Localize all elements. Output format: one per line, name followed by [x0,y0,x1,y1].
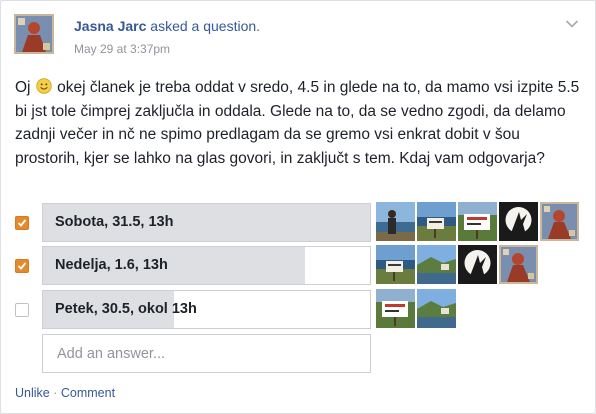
voter-avatar[interactable] [499,202,538,241]
poll-option: Sobota, 31.5, 13h [15,203,595,242]
comment-link[interactable]: Comment [61,386,115,400]
poll-option-checkbox[interactable] [15,259,29,273]
voter-avatar[interactable] [458,202,497,241]
poll-option-label: Petek, 30.5, okol 13h [55,301,197,317]
voter-avatar[interactable] [417,202,456,241]
poll-option-bar[interactable]: Petek, 30.5, okol 13h [42,290,371,329]
voter-avatar[interactable] [499,245,538,284]
poll-option-bar[interactable]: Sobota, 31.5, 13h [42,203,371,242]
voter-avatar[interactable] [417,245,456,284]
chevron-down-icon[interactable] [565,19,579,29]
add-answer-input[interactable]: Add an answer... [42,334,371,373]
author-name-link[interactable]: Jasna Jarc [74,18,146,34]
poll-option-voters [376,289,456,328]
add-answer-placeholder: Add an answer... [57,346,166,362]
smiley-icon [36,78,52,94]
post-header: Jasna Jarc asked a question. [74,18,260,34]
post-body: Oj okej članek je treba oddat v sredo, 4… [15,76,583,170]
voter-avatar[interactable] [417,289,456,328]
poll-option-label: Sobota, 31.5, 13h [55,214,174,230]
post-timestamp[interactable]: May 29 at 3:37pm [74,42,170,56]
poll-option: Nedelja, 1.6, 13h [15,246,595,285]
post-text-body: okej članek je treba oddat v sredo, 4.5 … [15,79,580,167]
author-avatar[interactable] [14,14,54,54]
poll-option-bar[interactable]: Nedelja, 1.6, 13h [42,246,371,285]
post-actions: Unlike · Comment [15,386,115,400]
voter-avatar[interactable] [376,245,415,284]
poll-option: Petek, 30.5, okol 13h [15,290,595,329]
voter-avatar[interactable] [376,289,415,328]
post-action-text: asked a question. [150,18,261,34]
voter-avatar[interactable] [376,202,415,241]
post-text-lead: Oj [15,79,31,96]
action-separator: · [49,386,61,400]
poll-option-checkbox[interactable] [15,303,29,317]
voter-avatar[interactable] [458,245,497,284]
poll-option-label: Nedelja, 1.6, 13h [55,257,168,273]
poll-option-voters [376,202,579,241]
poll-option-voters [376,245,538,284]
poll-option-checkbox[interactable] [15,216,29,230]
voter-avatar[interactable] [540,202,579,241]
unlike-link[interactable]: Unlike [15,386,50,400]
question-post-card: Jasna Jarc asked a question. May 29 at 3… [0,0,596,414]
